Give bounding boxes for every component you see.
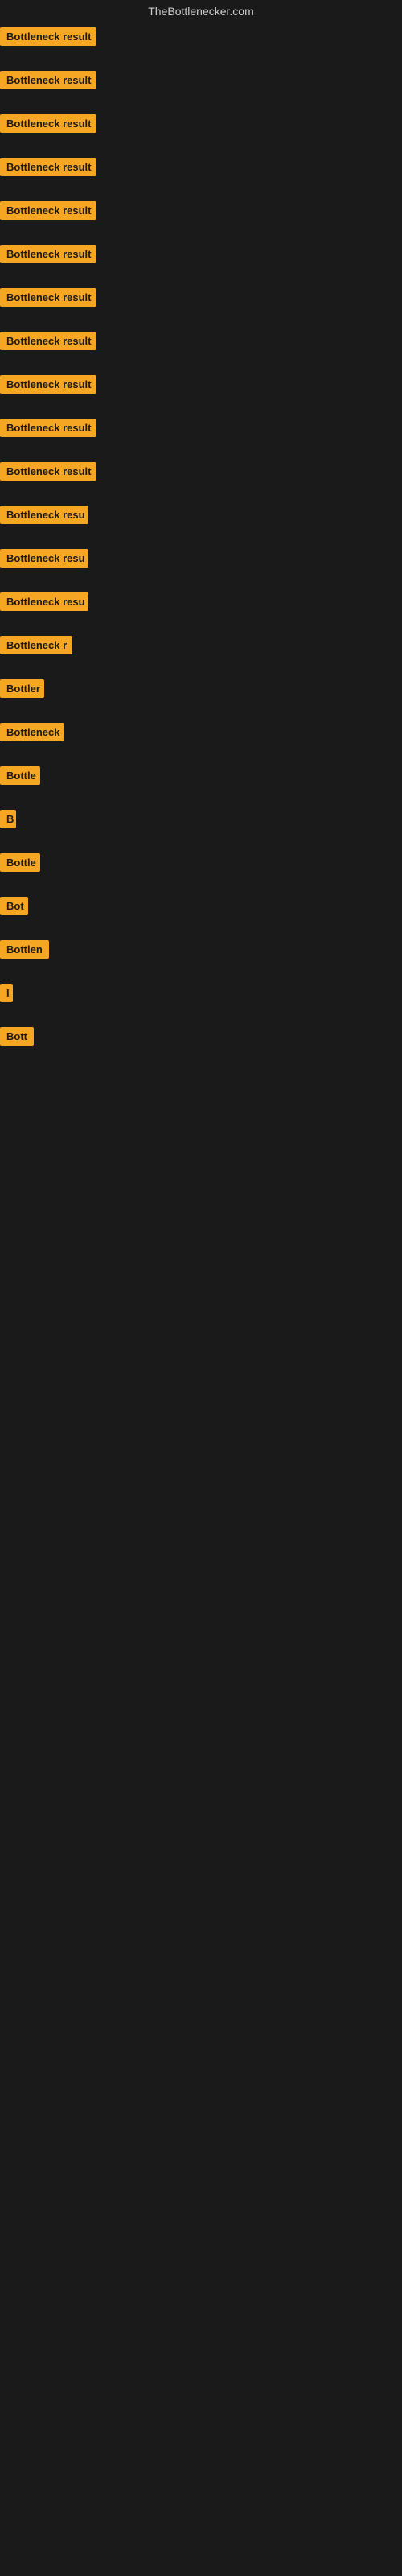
bottleneck-item: Bottleneck result — [0, 240, 402, 283]
bottleneck-item: Bottle — [0, 848, 402, 892]
bottleneck-item: Bottlen — [0, 935, 402, 979]
bottleneck-item: Bottleneck result — [0, 153, 402, 196]
bottleneck-badge[interactable]: Bottleneck result — [0, 288, 96, 307]
bottleneck-badge[interactable]: Bottleneck result — [0, 158, 96, 176]
bottleneck-badge[interactable]: Bottlen — [0, 940, 49, 959]
bottleneck-item: Bottleneck result — [0, 66, 402, 109]
bottleneck-item: Bottleneck result — [0, 414, 402, 457]
bottleneck-item: Bottleneck result — [0, 23, 402, 66]
bottleneck-item: Bottle — [0, 762, 402, 805]
bottleneck-item: Bot — [0, 892, 402, 935]
bottleneck-item: Bottleneck result — [0, 109, 402, 153]
bottleneck-badge[interactable]: B — [0, 810, 16, 828]
bottleneck-badge[interactable]: Bottleneck result — [0, 419, 96, 437]
bottleneck-badge[interactable]: I — [0, 984, 13, 1002]
bottleneck-badge[interactable]: Bottle — [0, 853, 40, 872]
bottleneck-badge[interactable]: Bottleneck result — [0, 375, 96, 394]
bottleneck-badge[interactable]: Bottleneck — [0, 723, 64, 741]
bottleneck-item: Bottleneck resu — [0, 544, 402, 588]
bottleneck-badge[interactable]: Bottleneck r — [0, 636, 72, 654]
bottleneck-badge[interactable]: Bottleneck result — [0, 332, 96, 350]
bottleneck-badge[interactable]: Bottle — [0, 766, 40, 785]
bottleneck-item: Bottleneck result — [0, 196, 402, 240]
bottleneck-item: Bottleneck result — [0, 370, 402, 414]
bottleneck-badge[interactable]: Bottleneck result — [0, 201, 96, 220]
bottleneck-badge[interactable]: Bottleneck result — [0, 27, 96, 46]
bottleneck-item: Bottleneck resu — [0, 501, 402, 544]
bottleneck-item: Bottler — [0, 675, 402, 718]
bottleneck-badge[interactable]: Bottler — [0, 679, 44, 698]
bottleneck-item: Bottleneck result — [0, 283, 402, 327]
bottleneck-badge[interactable]: Bottleneck resu — [0, 592, 88, 611]
bottleneck-item: Bottleneck — [0, 718, 402, 762]
bottleneck-item: I — [0, 979, 402, 1022]
bottleneck-item: Bott — [0, 1022, 402, 1066]
bottleneck-badge[interactable]: Bottleneck resu — [0, 506, 88, 524]
bottleneck-badge[interactable]: Bott — [0, 1027, 34, 1046]
bottleneck-badge[interactable]: Bot — [0, 897, 28, 915]
bottleneck-item: Bottleneck r — [0, 631, 402, 675]
bottleneck-badge[interactable]: Bottleneck resu — [0, 549, 88, 568]
bottleneck-item: Bottleneck resu — [0, 588, 402, 631]
bottleneck-item: Bottleneck result — [0, 457, 402, 501]
bottleneck-item: Bottleneck result — [0, 327, 402, 370]
site-title: TheBottlenecker.com — [0, 0, 402, 23]
bottleneck-badge[interactable]: Bottleneck result — [0, 462, 96, 481]
bottleneck-badge[interactable]: Bottleneck result — [0, 114, 96, 133]
bottleneck-badge[interactable]: Bottleneck result — [0, 71, 96, 89]
bottleneck-item: B — [0, 805, 402, 848]
bottleneck-badge[interactable]: Bottleneck result — [0, 245, 96, 263]
